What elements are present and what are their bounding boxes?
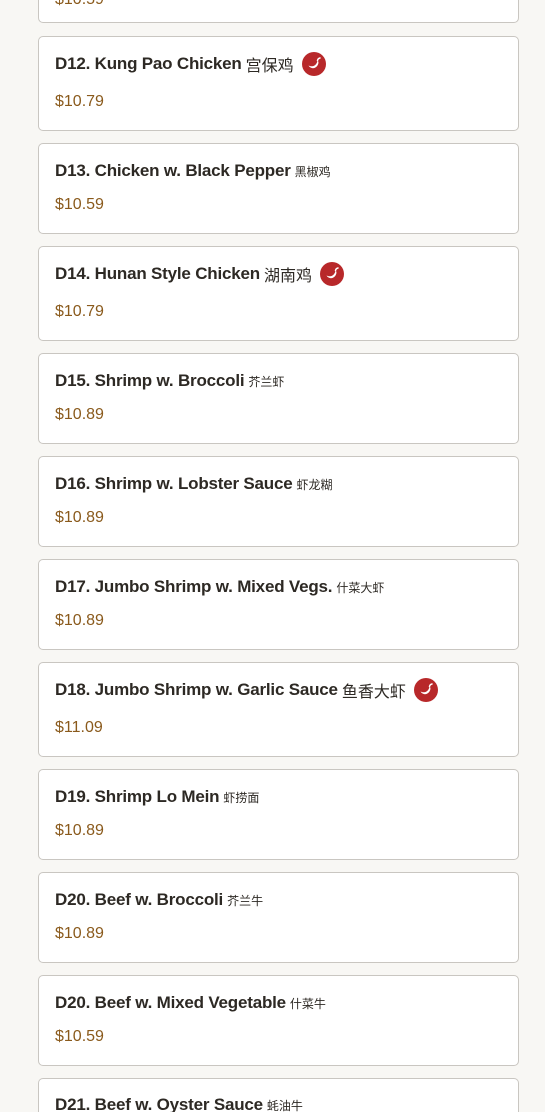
- menu-item-price: $11.09: [55, 719, 103, 736]
- menu-item-title: D19. Shrimp Lo Mein 虾捞面: [55, 787, 259, 807]
- menu-item-price: $10.59: [55, 1028, 104, 1045]
- menu-item-name: D13. Chicken w. Black Pepper: [55, 161, 291, 180]
- menu-item-price: $10.59: [55, 196, 104, 213]
- menu-item-chinese-name: 虾捞面: [223, 790, 260, 805]
- menu-item-title: D21. Beef w. Oyster Sauce 蚝油牛: [55, 1095, 303, 1112]
- menu-item-price: $10.89: [55, 925, 104, 942]
- menu-item-title: D12. Kung Pao Chicken 宫保鸡: [55, 52, 326, 76]
- menu-item-price: $10.89: [55, 509, 104, 526]
- menu-item-price: $10.89: [55, 406, 104, 423]
- menu-item-card[interactable]: D20. Beef w. Mixed Vegetable 什菜牛 $10.59: [38, 975, 519, 1066]
- menu-item-chinese-name: 什菜大虾: [336, 580, 385, 595]
- menu-item-price: $10.89: [55, 612, 104, 629]
- chili-pepper-icon: [413, 678, 438, 702]
- menu-item-card[interactable]: D20. Beef w. Broccoli 芥兰牛 $10.89: [38, 872, 519, 963]
- menu-item-card[interactable]: D12. Kung Pao Chicken 宫保鸡 $10.79: [38, 36, 519, 131]
- menu-item-chinese-name: 什菜牛: [289, 996, 326, 1011]
- menu-item-price: $10.79: [55, 303, 104, 320]
- menu-item-card[interactable]: D16. Shrimp w. Lobster Sauce 虾龙糊 $10.89: [38, 456, 519, 547]
- menu-item-name: D16. Shrimp w. Lobster Sauce: [55, 474, 293, 493]
- menu-item-card[interactable]: $10.59: [38, 0, 519, 23]
- menu-item-card[interactable]: D17. Jumbo Shrimp w. Mixed Vegs. 什菜大虾 $1…: [38, 559, 519, 650]
- menu-item-title: D20. Beef w. Mixed Vegetable 什菜牛: [55, 993, 326, 1013]
- menu-item-chinese-name: 虾龙糊: [296, 477, 333, 492]
- menu-item-card[interactable]: D14. Hunan Style Chicken 湖南鸡 $10.79: [38, 246, 519, 341]
- menu-item-title: D17. Jumbo Shrimp w. Mixed Vegs. 什菜大虾: [55, 577, 384, 597]
- menu-item-chinese-name: 蚝油牛: [266, 1098, 303, 1112]
- menu-item-chinese-name: 宫保鸡: [245, 58, 294, 75]
- menu-item-name: D17. Jumbo Shrimp w. Mixed Vegs.: [55, 577, 333, 596]
- menu-item-name: D18. Jumbo Shrimp w. Garlic Sauce: [55, 680, 338, 699]
- menu-item-title: D14. Hunan Style Chicken 湖南鸡: [55, 262, 344, 286]
- menu-item-title: D18. Jumbo Shrimp w. Garlic Sauce 鱼香大虾: [55, 678, 438, 702]
- menu-item-price: $10.89: [55, 822, 104, 839]
- menu-item-card[interactable]: D15. Shrimp w. Broccoli 芥兰虾 $10.89: [38, 353, 519, 444]
- menu-item-chinese-name: 湖南鸡: [263, 268, 312, 285]
- menu-item-name: D14. Hunan Style Chicken: [55, 264, 260, 283]
- menu-item-card[interactable]: D13. Chicken w. Black Pepper 黑椒鸡 $10.59: [38, 143, 519, 234]
- menu-item-list: $10.59 D12. Kung Pao Chicken 宫保鸡 $10.79 …: [0, 0, 545, 1112]
- menu-item-price: $10.59: [55, 0, 104, 9]
- menu-item-name: D21. Beef w. Oyster Sauce: [55, 1095, 263, 1112]
- menu-item-name: D20. Beef w. Mixed Vegetable: [55, 993, 286, 1012]
- menu-item-name: D20. Beef w. Broccoli: [55, 890, 224, 909]
- menu-item-chinese-name: 黑椒鸡: [294, 164, 331, 179]
- menu-item-name: D15. Shrimp w. Broccoli: [55, 371, 245, 390]
- menu-item-title: D15. Shrimp w. Broccoli 芥兰虾: [55, 371, 284, 391]
- menu-item-chinese-name: 鱼香大虾: [341, 684, 406, 701]
- menu-item-name: D19. Shrimp Lo Mein: [55, 787, 220, 806]
- menu-item-card[interactable]: D21. Beef w. Oyster Sauce 蚝油牛: [38, 1078, 519, 1112]
- menu-item-title: D16. Shrimp w. Lobster Sauce 虾龙糊: [55, 474, 333, 494]
- menu-item-card[interactable]: D18. Jumbo Shrimp w. Garlic Sauce 鱼香大虾 $…: [38, 662, 519, 757]
- menu-item-price: $10.79: [55, 93, 104, 110]
- chili-pepper-icon: [319, 262, 344, 286]
- menu-item-name: D12. Kung Pao Chicken: [55, 54, 242, 73]
- menu-item-card[interactable]: D19. Shrimp Lo Mein 虾捞面 $10.89: [38, 769, 519, 860]
- menu-item-chinese-name: 芥兰牛: [227, 893, 264, 908]
- chili-pepper-icon: [301, 52, 326, 76]
- menu-item-chinese-name: 芥兰虾: [248, 374, 285, 389]
- menu-item-title: D13. Chicken w. Black Pepper 黑椒鸡: [55, 161, 331, 181]
- menu-item-title: D20. Beef w. Broccoli 芥兰牛: [55, 890, 263, 910]
